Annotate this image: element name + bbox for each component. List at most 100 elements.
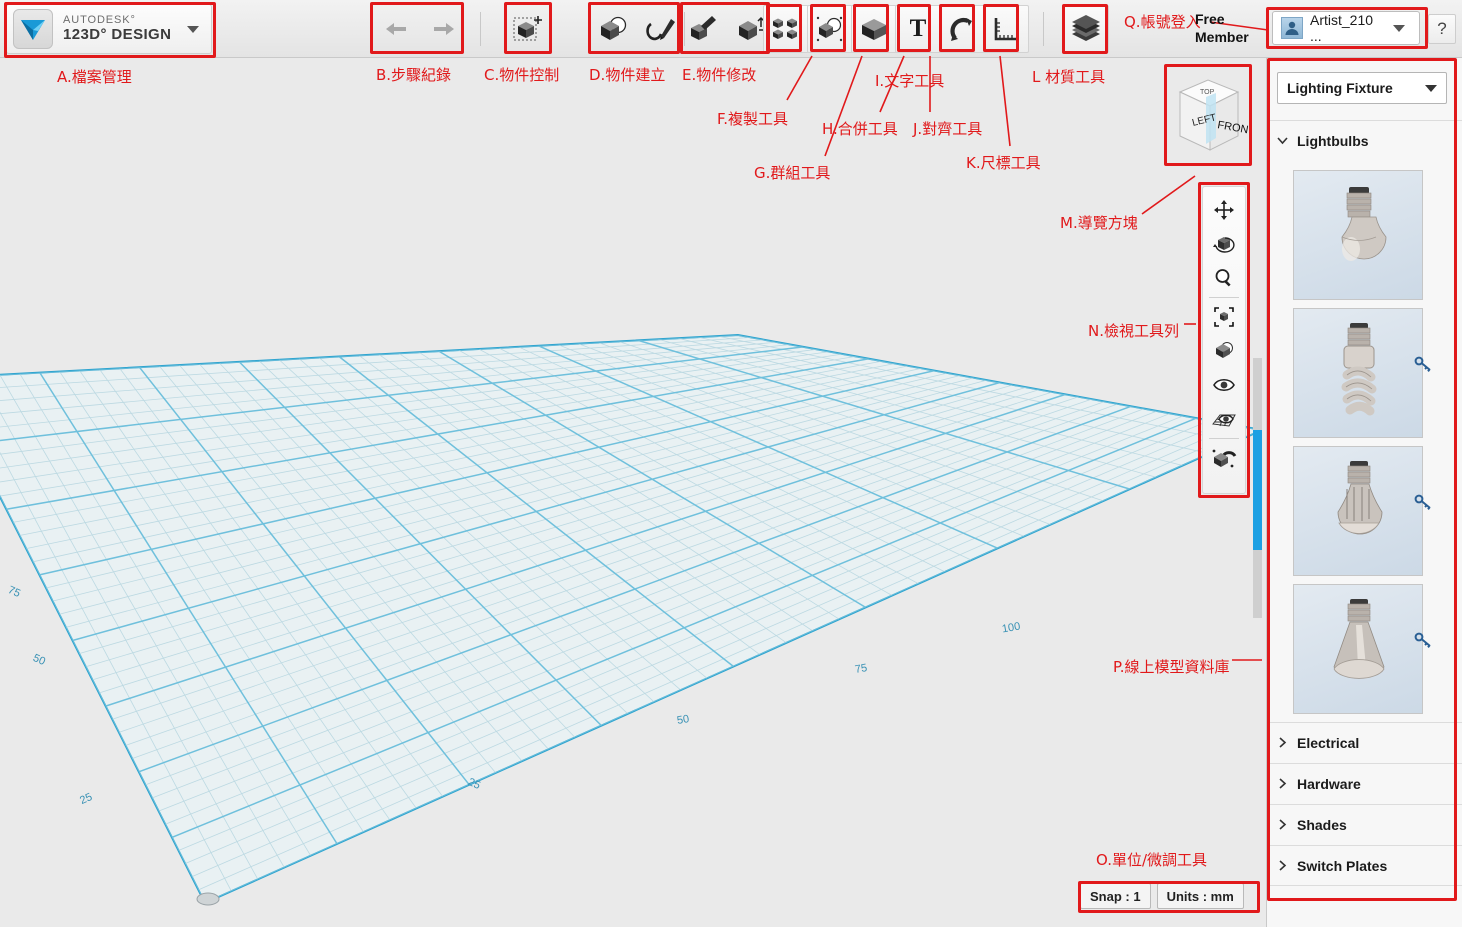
annotation-L: L 材質工具 — [1032, 68, 1106, 86]
annotation-M: M.導覽方塊 — [1060, 214, 1138, 232]
text-button[interactable]: T — [895, 5, 941, 53]
account-tier-line1: Free — [1195, 11, 1225, 27]
viewcube-face-top: TOP — [1200, 89, 1215, 96]
chevron-down-icon — [1425, 84, 1437, 92]
origin-marker — [196, 892, 220, 906]
construct-create-group — [590, 4, 686, 54]
library-item-0[interactable] — [1293, 170, 1423, 300]
annotation-B: B.步驟紀錄 — [376, 66, 452, 84]
orbit-cube-icon — [1213, 237, 1235, 253]
collection-label: Lighting Fixture — [1287, 80, 1393, 96]
lightbulb-reflector-icon — [1333, 599, 1385, 679]
category-label: Electrical — [1297, 735, 1360, 751]
axis-label-bottom-2: 75 — [854, 662, 869, 676]
lightbulb-led-icon — [1337, 461, 1383, 535]
construct-button[interactable] — [681, 5, 727, 53]
category-label: Shades — [1297, 817, 1347, 833]
account-button[interactable]: Artist_210 ... — [1272, 11, 1420, 45]
chevron-right-icon — [1277, 858, 1288, 874]
key-icon — [1414, 632, 1431, 648]
ruler-icon — [994, 18, 1018, 41]
category-lightbulbs[interactable]: Lightbulbs — [1267, 120, 1462, 161]
annotation-A: A.檔案管理 — [57, 68, 132, 86]
redo-button[interactable] — [421, 5, 467, 53]
material-stack-icon — [1072, 15, 1100, 41]
user-avatar-icon — [1281, 17, 1303, 39]
pattern-button[interactable] — [763, 5, 809, 53]
viewport-slider-thumb[interactable] — [1253, 430, 1262, 550]
annotation-E: E.物件修改 — [682, 66, 757, 84]
grid-eye-icon — [1212, 414, 1236, 427]
toolbar-divider-2 — [1209, 438, 1239, 439]
sketch-pen-icon — [646, 19, 675, 41]
sketch-button[interactable] — [639, 5, 685, 53]
annotation-D: D.物件建立 — [589, 66, 666, 84]
history-group — [372, 4, 468, 54]
lightbulb-cfl-icon — [1341, 323, 1377, 416]
pan-tool[interactable] — [1206, 193, 1242, 227]
annotation-P: P.線上模型資料庫 — [1113, 658, 1230, 676]
account-name: Artist_210 ... — [1310, 12, 1374, 44]
navigation-viewcube[interactable]: LEFT FRONT TOP — [1166, 66, 1256, 164]
category-shades[interactable]: Shades — [1267, 804, 1462, 845]
status-bar: Snap : 1 Units : mm — [1080, 883, 1244, 909]
axis-label-bottom-1: 50 — [676, 713, 691, 727]
category-switch-plates[interactable]: Switch Plates — [1267, 845, 1462, 886]
category-label: Switch Plates — [1297, 857, 1388, 874]
annotation-N: N.檢視工具列 — [1088, 322, 1179, 340]
orbit-tool[interactable] — [1206, 227, 1242, 261]
category-hardware[interactable]: Hardware — [1267, 763, 1462, 804]
brand-line-2: 123D° DESIGN — [63, 25, 172, 43]
zoom-tool[interactable] — [1206, 261, 1242, 295]
undo-button[interactable] — [373, 5, 419, 53]
brand-line-1: AUTODESK° — [63, 14, 136, 27]
3d-viewport[interactable]: 25 50 75 100 25 50 75 — [0, 58, 1262, 927]
primitives-button[interactable] — [591, 5, 637, 53]
snap-tool[interactable] — [1206, 441, 1242, 475]
annotation-O: O.單位/微調工具 — [1096, 851, 1208, 869]
chevron-right-icon — [1277, 735, 1288, 751]
snap-field[interactable]: Snap : 1 — [1080, 883, 1151, 909]
eye-icon — [1213, 378, 1235, 392]
annotation-G: G.群組工具 — [754, 164, 831, 182]
library-item-1[interactable] — [1293, 308, 1431, 438]
group-button[interactable] — [807, 5, 853, 53]
magnet-icon — [950, 17, 972, 41]
grid-view-tool[interactable] — [1206, 402, 1242, 436]
units-field[interactable]: Units : mm — [1156, 883, 1244, 909]
material-button[interactable] — [1063, 5, 1109, 53]
combine-cube-icon — [862, 19, 886, 40]
lightbulb-incandescent-icon — [1341, 187, 1387, 261]
chevron-down-icon — [1393, 24, 1405, 32]
file-menu-button[interactable]: AUTODESK° 123D° DESIGN — [6, 4, 212, 54]
category-electrical[interactable]: Electrical — [1267, 722, 1462, 763]
chevron-right-icon — [1277, 817, 1288, 833]
pan-arrows-icon — [1214, 200, 1234, 220]
model-library-panel: Lighting Fixture Lightbulbs Electrical H… — [1266, 58, 1462, 927]
combine-button[interactable] — [851, 5, 897, 53]
shaded-cube-icon — [1216, 342, 1233, 358]
help-button[interactable]: ? — [1428, 14, 1456, 44]
text-group: T — [894, 4, 942, 54]
cube-sphere-icon — [601, 16, 627, 40]
grid-plane — [0, 333, 1262, 906]
category-label: Hardware — [1297, 776, 1361, 792]
library-item-3[interactable] — [1293, 584, 1431, 714]
transform-button[interactable] — [505, 5, 551, 53]
show-hide-tool[interactable] — [1206, 368, 1242, 402]
fit-tool[interactable] — [1206, 300, 1242, 334]
collection-select[interactable]: Lighting Fixture — [1277, 72, 1447, 104]
grid-pattern-icon — [773, 18, 797, 39]
annotation-Q: Q.帳號登入 — [1124, 13, 1201, 31]
visual-style-tool[interactable] — [1206, 334, 1242, 368]
align-group — [938, 4, 986, 54]
snap-magnet-cube-icon — [1212, 449, 1237, 468]
key-icon — [1414, 494, 1431, 510]
align-button[interactable] — [939, 5, 985, 53]
transform-group — [504, 4, 552, 54]
category-label: Lightbulbs — [1297, 133, 1369, 149]
key-icon — [1414, 356, 1431, 372]
library-item-2[interactable] — [1293, 446, 1431, 576]
measure-button[interactable] — [983, 5, 1029, 53]
cube-circle-icon — [816, 16, 843, 42]
